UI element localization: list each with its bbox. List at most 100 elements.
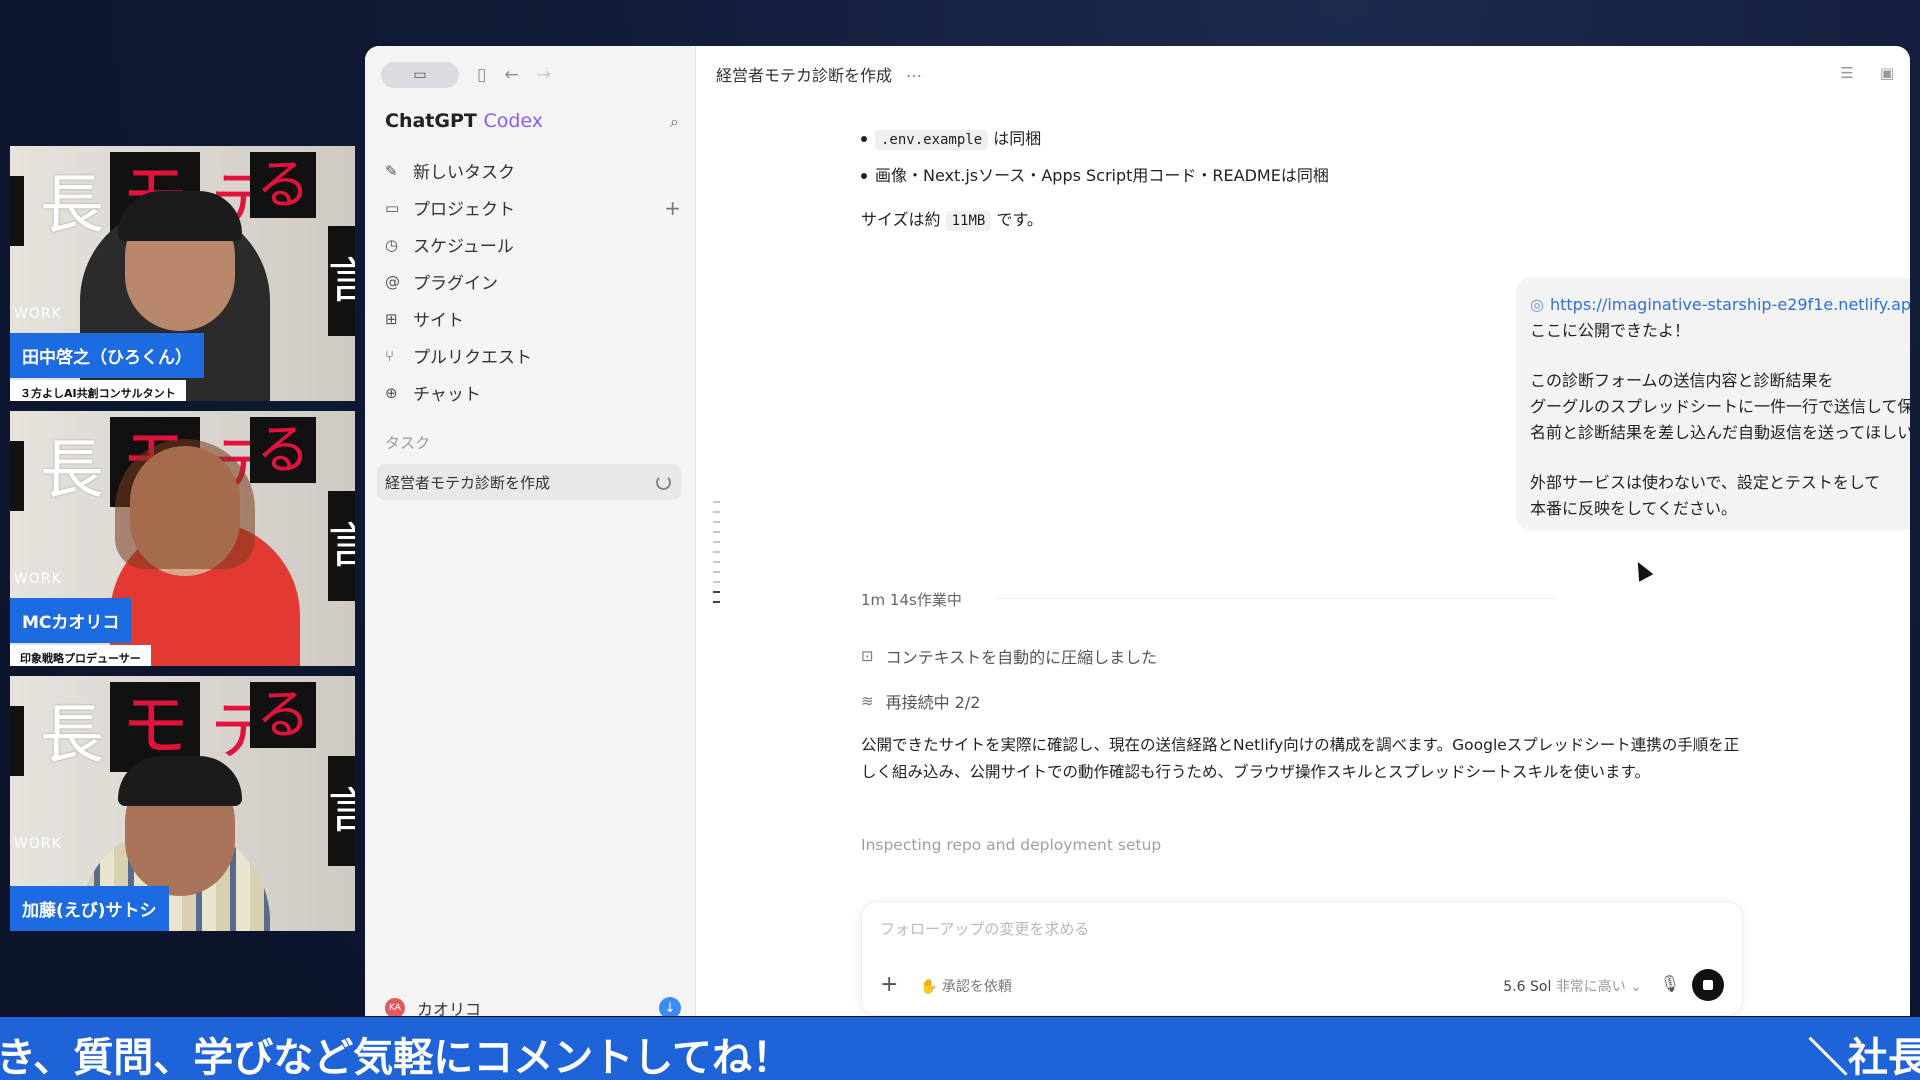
- globe-icon: ◎: [1530, 295, 1544, 314]
- backdrop-kanji: る: [250, 417, 316, 483]
- sidebar-item-new-task[interactable]: ✎ 新しいタスク: [385, 152, 681, 189]
- header-actions: ☰ ▣: [1840, 64, 1894, 82]
- backdrop-kanji: 言: [328, 756, 355, 866]
- sidebar: ▭ ▯ ← → ChatGPT Codex ⌕ ✎ 新しいタスク ▭ プロジェク…: [365, 46, 696, 1016]
- loading-spinner-icon: [656, 474, 671, 490]
- ticker-text-next: ＼社長: [1808, 1035, 1920, 1080]
- message-line: 本番に反映をしてください。: [1530, 499, 1738, 518]
- back-arrow-icon[interactable]: ←: [504, 65, 518, 85]
- speaker-tile-2: 長 モ テ る 言 WORK MCカオリコ 印象戦略プロデューサー: [10, 411, 355, 666]
- comment-ticker: き、質問、学びなど気軽にコメントしてね！ ＼社長: [0, 1017, 1920, 1080]
- sidebar-item-sites[interactable]: ⊞ サイト: [385, 300, 681, 337]
- reasoning-level: 非常に高い: [1555, 979, 1626, 995]
- backdrop-kanji: 言: [328, 226, 355, 336]
- ticker-text: き、質問、学びなど気軽にコメントしてね！: [0, 1035, 792, 1080]
- speaker-role: 印象戦略プロデューサー: [10, 645, 151, 666]
- user-account[interactable]: KA カオリコ ↓: [385, 996, 681, 1016]
- add-project-icon[interactable]: +: [664, 196, 681, 220]
- list-view-icon[interactable]: ☰: [1840, 64, 1853, 82]
- assistant-message: 公開できたサイトを実際に確認し、現在の送信経路とNetlify向けの構成を調べま…: [861, 736, 1740, 781]
- sidebar-item-schedule[interactable]: ◷ スケジュール: [385, 226, 681, 263]
- list-item: 画像・Next.jsソース・Apps Script用コード・READMEは同梱: [861, 157, 1741, 194]
- message-line: グーグルのスプレッドシートに一件一行で送信して保存してください。: [1530, 397, 1910, 416]
- request-approval-button[interactable]: ✋ 承認を依頼: [920, 976, 1012, 996]
- avatar: KA: [385, 998, 405, 1016]
- list-item: .env.example は同梱: [861, 120, 1741, 157]
- plus-circle-icon: ⊕: [385, 383, 398, 402]
- model-selector[interactable]: 5.6 Sol 非常に高い ⌄: [1503, 976, 1642, 996]
- window-toolbar: ▭ ▯ ← →: [381, 62, 551, 88]
- divider: [996, 598, 1556, 599]
- compress-icon: ⊡: [861, 647, 874, 665]
- status-text: コンテキストを自動的に圧縮しました: [885, 648, 1158, 667]
- at-icon: @: [385, 272, 400, 291]
- speaker-name: MCカオリコ: [10, 598, 132, 643]
- approve-label: 承認を依頼: [941, 979, 1012, 995]
- work-duration: 1m 14s作業中: [861, 591, 962, 609]
- backdrop-bar: [10, 176, 24, 246]
- message-line: 外部サービスは使わないで、設定とテストをして: [1530, 473, 1881, 492]
- sidebar-item-plugins[interactable]: @ プラグイン: [385, 263, 681, 300]
- sidebar-item-projects[interactable]: ▭ プロジェクト +: [385, 189, 681, 226]
- size-prefix: サイズは約: [861, 210, 941, 229]
- conversation-header: 経営者モテカ診断を作成 …: [716, 62, 922, 86]
- inline-code: .env.example: [875, 130, 989, 150]
- speaker-hair: [118, 756, 242, 806]
- site-link[interactable]: https://imaginative-starship-e29f1e.netl…: [1550, 295, 1910, 314]
- followup-input[interactable]: フォローアップの変更を求める: [880, 918, 1089, 939]
- backdrop-kanji: 言: [328, 491, 355, 601]
- speaker-hair: [115, 439, 255, 569]
- sidebar-item-label: プラグイン: [413, 274, 498, 294]
- download-icon[interactable]: ↓: [659, 997, 681, 1016]
- list-item-text: 画像・Next.jsソース・Apps Script用コード・READMEは同梱: [875, 166, 1329, 185]
- stop-icon: [1703, 980, 1713, 990]
- speaker-tile-3: 長 モ テ る 言 WORK 加藤(えび)サトシ: [10, 676, 355, 931]
- message-line: この診断フォームの送信内容と診断結果を: [1530, 371, 1834, 390]
- microphone-icon[interactable]: 🎙: [1660, 974, 1680, 993]
- merge-icon: ⑂: [385, 346, 395, 365]
- panel-toggle-icon[interactable]: ▣: [1880, 64, 1894, 82]
- more-options-icon[interactable]: …: [906, 62, 922, 86]
- message-link-row[interactable]: ◎ https://imaginative-starship-e29f1e.net…: [1530, 292, 1910, 318]
- window-switch-button[interactable]: ▭: [381, 62, 459, 88]
- task-item-active[interactable]: 経営者モテカ診断を作成: [377, 464, 681, 500]
- speaker-tile-1: 長 モ テ る 言 WORK 田中啓之（ひろくん） ３方よしAI共創コンサルタン…: [10, 146, 355, 401]
- sidebar-item-chat[interactable]: ⊕ チャット: [385, 374, 681, 411]
- stop-button[interactable]: [1692, 969, 1724, 1001]
- backdrop-kanji: 長: [40, 434, 104, 508]
- search-icon[interactable]: ⌕: [670, 112, 679, 132]
- speaker-role: ３方よしAI共創コンサルタント: [10, 380, 186, 401]
- speaker-hair: [118, 191, 242, 241]
- tasks-section-label: タスク: [385, 434, 431, 452]
- add-attachment-icon[interactable]: +: [880, 972, 898, 997]
- activity-status: Inspecting repo and deployment setup: [861, 836, 1162, 854]
- sidebar-item-pull-requests[interactable]: ⑂ プルリクエスト: [385, 337, 681, 374]
- user-message-bubble: ◎ https://imaginative-starship-e29f1e.net…: [1516, 278, 1910, 530]
- edit-icon: ✎: [385, 161, 398, 180]
- backdrop-kanji: 長: [40, 169, 104, 243]
- speaker-name: 加藤(えび)サトシ: [10, 886, 169, 931]
- sidebar-item-label: スケジュール: [413, 237, 514, 257]
- model-name: 5.6 Sol: [1503, 979, 1552, 995]
- inline-code: 11MB: [945, 211, 992, 231]
- conversation-title: 経営者モテカ診断を作成: [716, 66, 893, 85]
- backdrop-bar: [10, 706, 24, 776]
- clock-icon: ◷: [385, 235, 399, 254]
- grid-icon: ⊞: [385, 309, 398, 328]
- backdrop-work: WORK: [14, 836, 62, 852]
- list-item-text: は同梱: [993, 129, 1042, 148]
- composer[interactable]: フォローアップの変更を求める + ✋ 承認を依頼 5.6 Sol 非常に高い ⌄…: [861, 901, 1743, 1016]
- codex-window: ▭ ▯ ← → ChatGPT Codex ⌕ ✎ 新しいタスク ▭ プロジェク…: [365, 46, 1910, 1016]
- size-suffix: です。: [996, 210, 1043, 229]
- forward-arrow-icon[interactable]: →: [537, 65, 551, 85]
- backdrop-work: WORK: [14, 306, 62, 322]
- main-pane: 経営者モテカ診断を作成 … ☰ ▣ .env.example は同梱 画像・Ne…: [696, 46, 1910, 1016]
- brand-accent: Codex: [483, 110, 544, 132]
- message-line: 名前と診断結果を差し込んだ自動返信を送ってほしい。: [1530, 423, 1910, 442]
- sidebar-toggle-icon[interactable]: ▯: [477, 65, 486, 85]
- app-brand: ChatGPT Codex: [385, 110, 543, 132]
- scroll-timeline[interactable]: [713, 501, 721, 611]
- task-title: 経営者モテカ診断を作成: [385, 473, 551, 492]
- wifi-icon: ≋: [861, 692, 874, 710]
- sidebar-item-label: 新しいタスク: [413, 163, 515, 183]
